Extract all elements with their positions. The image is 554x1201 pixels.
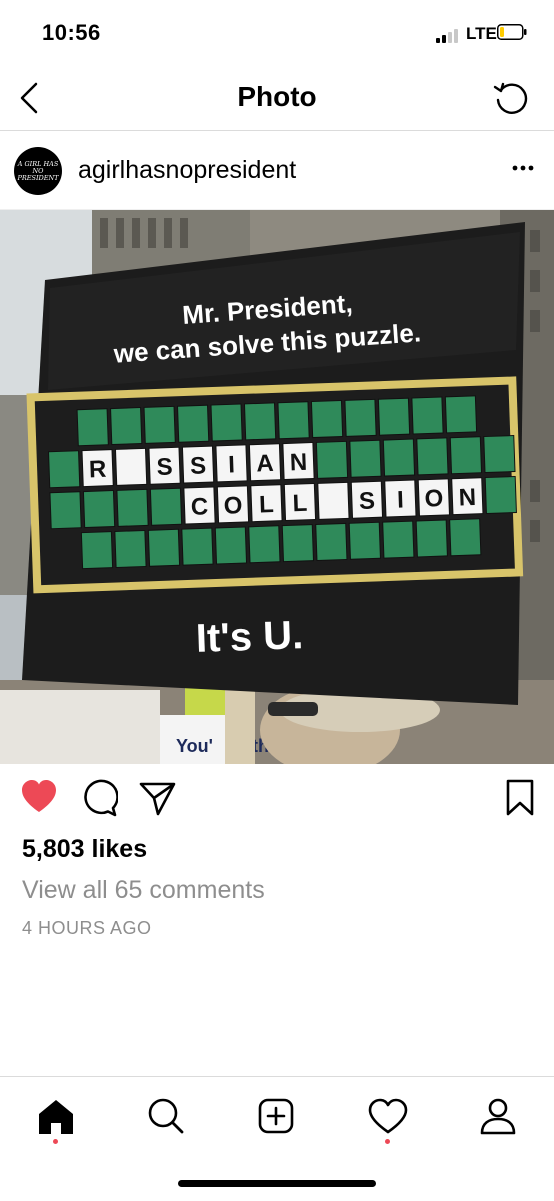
username[interactable]: agirlhasnopresident <box>78 155 296 185</box>
home-icon <box>39 1100 73 1134</box>
post-timestamp: 4 HOURS AGO <box>22 918 152 938</box>
puzzle-letter: S <box>190 452 207 480</box>
status-time: 10:56 <box>42 20 101 45</box>
puzzle-blank-tile <box>48 450 81 489</box>
sign-answer: It's U. <box>195 613 304 661</box>
post-header: A GIRL HAS NO PRESIDENT agirlhasnopresid… <box>0 131 554 210</box>
photo-illustration: You' th Mr. President, we can solve this… <box>0 210 554 764</box>
status-bar: 10:56 LTE <box>0 0 554 66</box>
home-indicator <box>178 1180 376 1187</box>
puzzle-blank-tile <box>243 402 277 441</box>
puzzle-blank-tile <box>214 526 248 565</box>
puzzle-letter: I <box>228 451 236 478</box>
puzzle-blank-tile <box>382 520 415 559</box>
search-icon <box>148 1098 184 1134</box>
share-icon[interactable] <box>138 778 178 818</box>
background-sign-text: You' <box>176 736 213 756</box>
nav-bar: Photo <box>0 66 554 131</box>
puzzle-blank-tile <box>110 407 143 446</box>
puzzle-blank-tile <box>210 403 243 442</box>
post-actions <box>0 778 554 822</box>
puzzle-blank-tile <box>277 401 310 440</box>
signal-icon <box>436 27 462 43</box>
puzzle-letter: N <box>458 484 476 512</box>
puzzle-letter: I <box>397 486 405 513</box>
puzzle-blank-tile <box>349 439 382 478</box>
puzzle-blank-tile <box>484 475 517 515</box>
puzzle-letter: L <box>259 491 275 518</box>
puzzle-blank-tile <box>80 531 114 570</box>
puzzle-letter-tile <box>114 447 148 486</box>
puzzle-letter: C <box>190 493 208 521</box>
puzzle-blank-tile <box>315 440 349 479</box>
profile-icon <box>480 1098 516 1135</box>
puzzle-letter: L <box>292 490 308 517</box>
puzzle-blank-tile <box>181 527 214 566</box>
page-title: Photo <box>237 81 317 112</box>
puzzle-blank-tile <box>76 408 109 447</box>
puzzle-blank-tile <box>49 491 82 530</box>
activity-dot <box>385 1139 390 1144</box>
tab-activity[interactable] <box>366 1097 410 1147</box>
puzzle-blank-tile <box>444 395 478 434</box>
heart-outline-icon <box>368 1098 408 1134</box>
puzzle-blank-tile <box>483 435 516 474</box>
tab-home[interactable] <box>34 1097 78 1147</box>
puzzle-blank-tile <box>449 518 482 557</box>
puzzle-blank-tile <box>411 396 444 435</box>
puzzle-blank-tile <box>143 405 176 444</box>
puzzle-letter: O <box>424 485 444 513</box>
puzzle-blank-tile <box>416 437 449 476</box>
puzzle-blank-tile <box>116 488 149 527</box>
home-activity-dot <box>53 1139 58 1144</box>
view-comments-link[interactable]: View all 65 comments <box>22 876 265 905</box>
puzzle-blank-tile <box>377 397 411 436</box>
tab-add[interactable] <box>255 1097 299 1147</box>
network-type: LTE <box>466 24 497 43</box>
puzzle-letter: R <box>89 456 107 484</box>
puzzle-blank-tile <box>248 525 281 564</box>
puzzle-letter-tile <box>317 481 350 520</box>
post-photo[interactable]: You' th Mr. President, we can solve this… <box>0 210 554 764</box>
puzzle-letter: A <box>256 450 274 478</box>
puzzle-blank-tile <box>348 521 381 560</box>
likes-count[interactable]: 5,803 likes <box>22 835 147 864</box>
comment-icon[interactable] <box>80 778 118 818</box>
puzzle-blank-tile <box>315 522 348 561</box>
avatar[interactable]: A GIRL HAS NO PRESIDENT <box>14 147 62 195</box>
puzzle-blank-tile <box>147 528 181 567</box>
puzzle-letter: S <box>358 487 375 515</box>
avatar-text: A GIRL HAS NO PRESIDENT <box>17 159 59 182</box>
puzzle-blank-tile <box>382 438 416 477</box>
puzzle-blank-tile <box>415 519 448 558</box>
puzzle-letter: N <box>289 449 307 477</box>
puzzle-blank-tile <box>114 529 147 569</box>
puzzle-blank-tile <box>177 404 210 443</box>
tab-profile[interactable] <box>476 1097 520 1147</box>
add-icon <box>258 1098 294 1134</box>
more-icon[interactable] <box>505 153 541 183</box>
bookmark-icon[interactable] <box>505 778 535 818</box>
tab-search[interactable] <box>144 1097 188 1147</box>
refresh-icon[interactable] <box>490 78 532 118</box>
puzzle-letter: S <box>156 453 173 481</box>
heart-icon[interactable] <box>20 778 58 818</box>
puzzle-blank-tile <box>149 487 183 526</box>
puzzle-blank-tile <box>310 400 344 439</box>
battery-icon <box>497 24 527 40</box>
puzzle-blank-tile <box>281 524 315 563</box>
puzzle-letter: O <box>223 492 243 520</box>
puzzle-blank-tile <box>344 398 377 437</box>
puzzle-blank-tile <box>449 436 483 475</box>
puzzle-blank-tile <box>82 490 116 529</box>
